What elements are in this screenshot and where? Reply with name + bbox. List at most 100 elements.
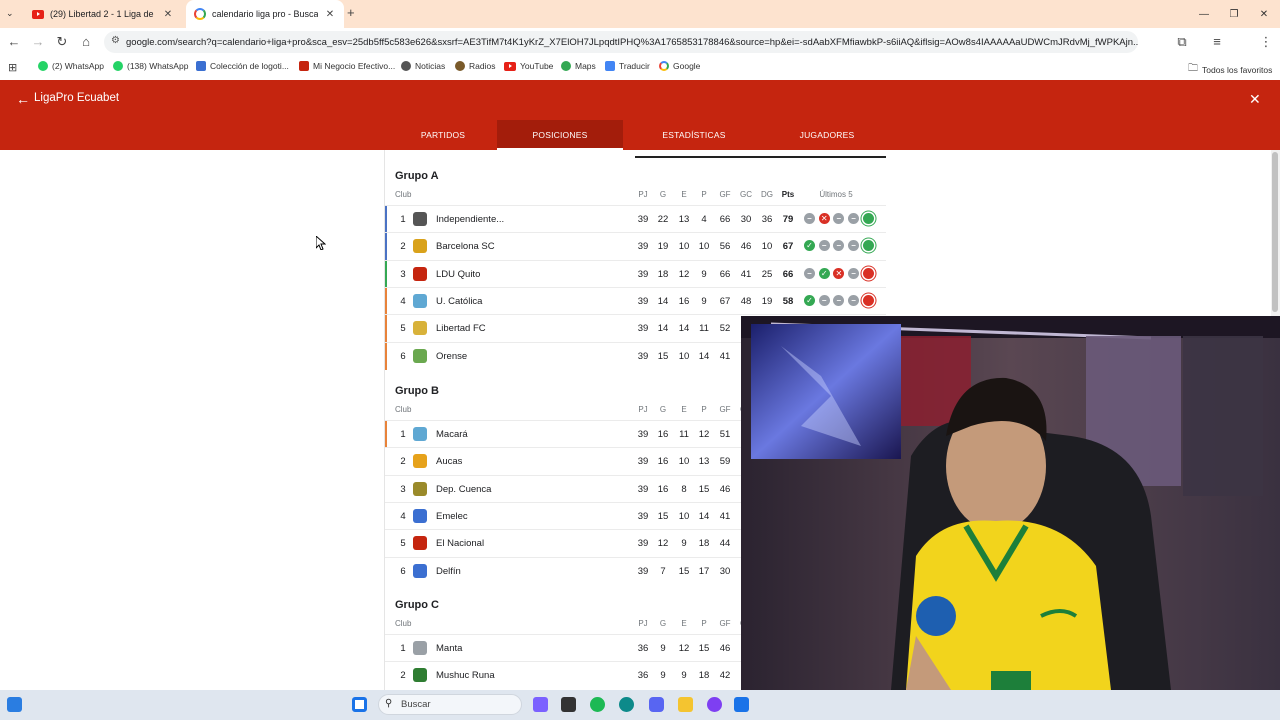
edge-icon[interactable]: [619, 697, 634, 712]
copilot-icon[interactable]: [533, 697, 548, 712]
club-name[interactable]: Independiente...: [436, 214, 504, 225]
maps-pin-icon: [561, 61, 571, 71]
stat-g: 16: [657, 483, 669, 495]
forward-icon[interactable]: →: [30, 34, 46, 49]
task-view-icon[interactable]: [561, 697, 576, 712]
minimize-icon[interactable]: —: [1188, 0, 1220, 28]
stat-e: 12: [678, 268, 690, 280]
tab-posiciones[interactable]: POSICIONES: [497, 120, 623, 150]
club-name[interactable]: Orense: [436, 351, 467, 362]
stat-pj: 39: [637, 510, 649, 522]
bookmark-radios[interactable]: Radios: [455, 61, 495, 71]
stat-g: 9: [660, 643, 666, 654]
table-row[interactable]: 1 Independiente... 39 22 13 4 66 30 36 79– ✕ – – ✓: [385, 205, 886, 233]
back-arrow-icon[interactable]: ←: [16, 91, 30, 107]
stat-p: 13: [698, 456, 710, 468]
mouse-cursor-icon: [316, 236, 326, 250]
club-name[interactable]: LDU Quito: [436, 269, 480, 280]
club-crest-icon: [413, 321, 427, 336]
stat-pj: 36: [637, 643, 649, 654]
start-icon[interactable]: [352, 697, 367, 712]
bookmark-maps[interactable]: Maps: [561, 61, 596, 71]
browser-tab-youtube[interactable]: (29) Libertad 2 - 1 Liga de Quito ✕: [24, 0, 182, 28]
table-row[interactable]: 4 U. Católica 39 14 16 9 67 48 19 58 ✓ – – – ✕: [385, 286, 886, 315]
all-bookmarks-folder[interactable]: 🗀 Todos los favoritos: [1188, 61, 1272, 78]
close-tab-icon[interactable]: ✕: [324, 9, 336, 20]
close-icon[interactable]: ✕: [1249, 91, 1261, 108]
stat-g: 9: [660, 670, 666, 682]
club-name[interactable]: Manta: [436, 643, 462, 654]
club-name[interactable]: Libertad FC: [436, 323, 486, 334]
stat-pj: 39: [637, 538, 649, 550]
tab-jugadores[interactable]: JUGADORES: [764, 120, 890, 150]
site-info-icon[interactable]: ⚙: [111, 35, 120, 46]
tab-estadisticas[interactable]: ESTADÍSTICAS: [630, 120, 758, 150]
stat-pj: 39: [637, 268, 649, 280]
draw-icon: –: [804, 267, 815, 279]
stat-e: 15: [678, 565, 690, 577]
club-crest-icon: [413, 293, 427, 308]
stat-e: 10: [678, 241, 690, 253]
club-name[interactable]: Delfín: [436, 566, 461, 577]
club-crest-icon: [413, 668, 427, 683]
club-name[interactable]: Macará: [436, 429, 468, 440]
apps-grid-icon[interactable]: ⊞: [8, 61, 17, 74]
back-icon[interactable]: ←: [6, 34, 22, 49]
stat-gc: 46: [740, 241, 752, 253]
bookmark-youtube[interactable]: YouTube: [504, 61, 553, 71]
position: 1: [400, 643, 406, 654]
bookmark-negocio[interactable]: Mi Negocio Efectivo...: [299, 61, 395, 71]
column-header-e: E: [681, 190, 687, 199]
file-explorer-icon[interactable]: [678, 697, 693, 712]
stat-gf: 44: [719, 538, 731, 550]
club-name[interactable]: U. Católica: [436, 296, 482, 307]
stat-gf: 59: [719, 456, 731, 468]
club-name[interactable]: Dep. Cuenca: [436, 484, 491, 495]
stat-p: 9: [701, 268, 707, 280]
stat-p: 10: [698, 241, 710, 253]
bookmark-whatsapp-1[interactable]: (2) WhatsApp: [38, 61, 104, 71]
bookmark-logos[interactable]: Colección de logoti...: [196, 61, 289, 71]
table-row[interactable]: 3 LDU Quito 39 18 12 9 66 41 25 66– ✓ ✕ – ✕: [385, 259, 886, 288]
address-bar[interactable]: ⚙ google.com/search?q=calendario+liga+pr…: [104, 31, 1138, 53]
table-row[interactable]: 2 Barcelona SC 39 19 10 10 56 46 10 67 ✓ – – – ✓: [385, 232, 886, 261]
club-name[interactable]: Aucas: [436, 456, 462, 467]
stat-pts: 58: [782, 295, 794, 307]
bookmark-noticias[interactable]: Noticias: [401, 61, 445, 71]
app-icon[interactable]: [707, 697, 722, 712]
restore-icon[interactable]: ❐: [1218, 0, 1250, 28]
column-header-gf: GF: [719, 405, 731, 414]
search-placeholder: Buscar: [401, 699, 431, 710]
club-name[interactable]: El Nacional: [436, 538, 484, 549]
app-icon[interactable]: [734, 697, 749, 712]
club-name[interactable]: Emelec: [436, 511, 468, 522]
reload-icon[interactable]: ↻: [54, 34, 70, 50]
extensions-puzzle-icon[interactable]: ⧉: [1174, 34, 1190, 50]
bookmarks-bar: ⊞ (2) WhatsApp (138) WhatsApp Colección …: [0, 56, 1280, 80]
qualification-bar: [385, 206, 387, 233]
widgets-icon[interactable]: [7, 697, 22, 712]
media-control-icon[interactable]: ≡: [1209, 34, 1225, 49]
scrollbar-thumb[interactable]: [1272, 152, 1278, 312]
close-window-icon[interactable]: ✕: [1248, 0, 1280, 28]
draw-icon: –: [833, 294, 845, 306]
bookmark-whatsapp-2[interactable]: (138) WhatsApp: [113, 61, 188, 71]
taskbar-search-input[interactable]: ⚲ Buscar: [378, 694, 522, 715]
club-name[interactable]: Mushuc Runa: [436, 670, 495, 681]
spotify-icon[interactable]: [590, 697, 605, 712]
loss-icon: ✕: [862, 294, 874, 306]
browser-tab-google[interactable]: calendario liga pro - Buscar con Google …: [186, 0, 344, 28]
discord-icon[interactable]: [649, 697, 664, 712]
tab-search-icon[interactable]: ⌄: [6, 8, 14, 19]
home-icon[interactable]: ⌂: [78, 34, 94, 49]
bookmark-label: Radios: [469, 61, 496, 71]
new-tab-button[interactable]: +: [347, 5, 355, 20]
bookmark-google[interactable]: Google: [659, 61, 700, 71]
stat-pts: 79: [782, 214, 794, 225]
bookmark-traducir[interactable]: Traducir: [605, 61, 650, 71]
tab-partidos[interactable]: PARTIDOS: [392, 120, 494, 150]
close-tab-icon[interactable]: ✕: [162, 9, 174, 20]
stat-p: 15: [698, 483, 710, 495]
browser-menu-icon[interactable]: ⋮: [1258, 34, 1274, 50]
club-name[interactable]: Barcelona SC: [436, 241, 495, 252]
